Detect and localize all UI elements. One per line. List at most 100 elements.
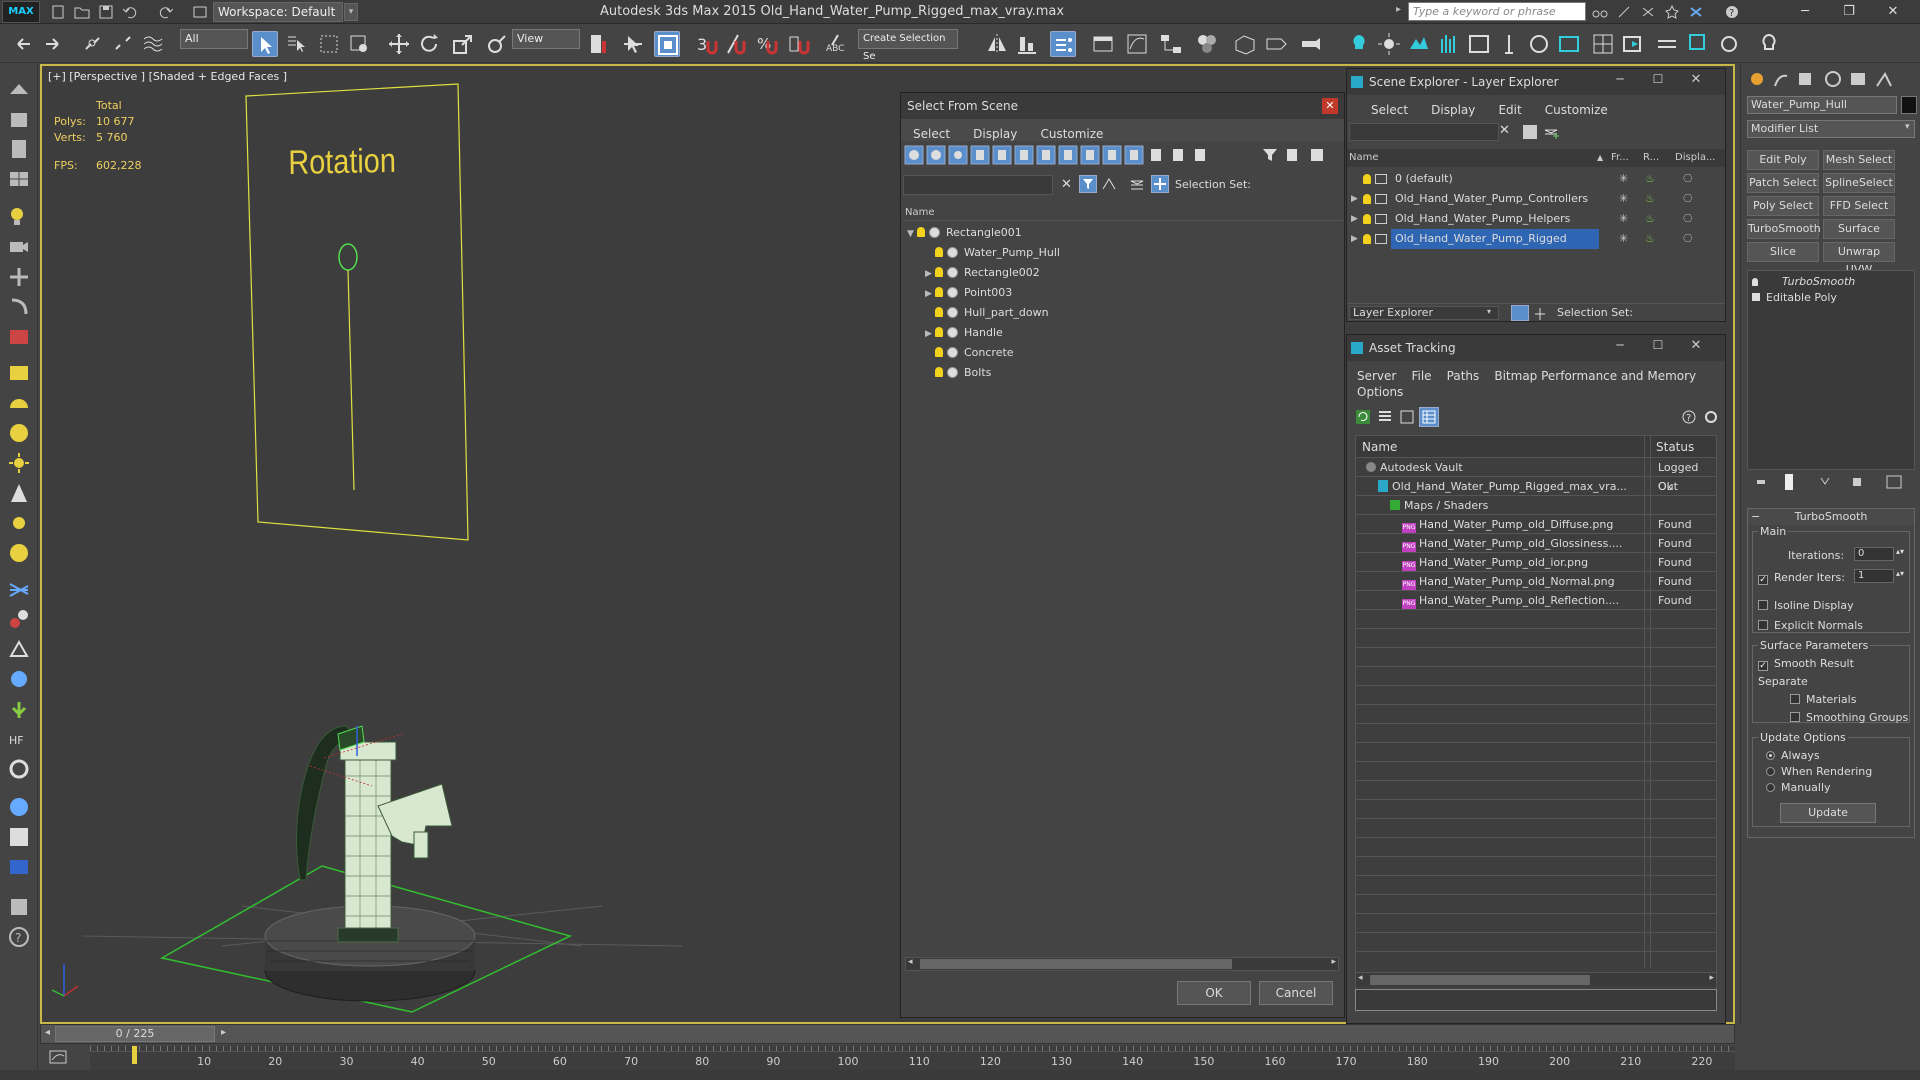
visibility-bulb-icon[interactable]	[917, 227, 925, 237]
place-icon[interactable]	[484, 31, 510, 57]
render-production-icon[interactable]	[1298, 31, 1324, 57]
modifier-button-splineselect[interactable]: SplineSelect	[1823, 173, 1895, 193]
ok-button[interactable]: OK	[1177, 981, 1251, 1005]
shelf-grid-icon[interactable]	[8, 168, 30, 190]
asset-menu-bitmap[interactable]: Bitmap Performance and Memory	[1494, 369, 1696, 383]
toggle-ribbon-icon[interactable]	[1090, 31, 1116, 57]
explicit-normals-row[interactable]: Explicit Normals	[1758, 619, 1863, 632]
render-iters-row[interactable]: ✓ Render Iters:	[1758, 571, 1845, 585]
expand-triangle-icon[interactable]: ▶	[925, 324, 935, 344]
stack-item-editable-poly[interactable]: Editable Poly	[1752, 291, 1912, 307]
scene-object-row[interactable]: Bolts	[925, 363, 1345, 383]
vray-region-icon[interactable]	[1686, 31, 1712, 57]
cancel-button[interactable]: Cancel	[1259, 981, 1333, 1005]
shelf-notes-icon[interactable]	[8, 138, 30, 160]
iterations-spin-arrows-icon[interactable]: ▴▾	[1896, 547, 1904, 556]
pivot-center-icon[interactable]	[586, 31, 612, 57]
object-color-swatch[interactable]	[1901, 96, 1917, 114]
layer-display-icon[interactable]: ⎔	[1683, 169, 1693, 189]
time-slider-next-icon[interactable]: ▸	[221, 1027, 226, 1038]
layer-expand-icon[interactable]: ▶	[1351, 209, 1358, 229]
layer-explorer-maximize[interactable]: ☐	[1645, 72, 1671, 92]
material-editor-icon[interactable]	[1194, 31, 1220, 57]
layer-clear-search-icon[interactable]: ✕	[1499, 123, 1510, 138]
scene-object-row[interactable]: ▶ Rectangle002	[925, 263, 1345, 283]
collapse-triangle-icon[interactable]: ▼	[907, 224, 917, 244]
command-panel-tabs[interactable]	[1747, 68, 1915, 90]
workspace-chevron-icon[interactable]: ▾	[344, 3, 358, 21]
subscription-icon[interactable]	[1614, 3, 1634, 21]
edit-named-selection-icon[interactable]: ABC	[824, 31, 850, 57]
workspace-dropdown[interactable]: Workspace: Default	[213, 2, 343, 22]
named-selection-set-dropdown[interactable]: Create Selection Se	[858, 29, 958, 62]
asset-horizontal-scrollbar[interactable]: ◂ ▸	[1356, 972, 1716, 986]
selection-filter-dropdown[interactable]: All	[180, 29, 248, 49]
turbosmooth-rollout-header[interactable]: TurboSmooth	[1748, 509, 1914, 525]
smooth-result-checkbox[interactable]: ✓	[1758, 661, 1768, 671]
shelf-sunlight-icon[interactable]	[8, 512, 30, 534]
time-slider[interactable]: ◂ 0 / 225 ▸	[40, 1024, 1735, 1044]
render-iters-checkbox[interactable]: ✓	[1758, 575, 1768, 585]
vray-help-icon[interactable]	[1716, 31, 1742, 57]
select-manipulate-icon[interactable]	[620, 31, 646, 57]
redo-arrow-icon[interactable]	[40, 31, 66, 57]
redo-icon[interactable]	[156, 3, 176, 21]
shelf-hf-icon[interactable]: HF	[8, 728, 30, 750]
shelf-dynamics-icon[interactable]	[8, 608, 30, 630]
visibility-bulb-icon[interactable]	[935, 307, 943, 317]
layer-col-name[interactable]: Name	[1349, 149, 1379, 167]
isoline-display-checkbox[interactable]	[1758, 600, 1768, 610]
scene-object-row[interactable]: Concrete	[925, 343, 1345, 363]
layer-freeze-icon[interactable]: ✳	[1619, 209, 1628, 229]
add-to-layer-icon[interactable]	[1543, 125, 1559, 144]
layer-render-teapot-icon[interactable]: ♨	[1645, 229, 1655, 249]
favorites-star-icon[interactable]	[1662, 3, 1682, 21]
shelf-cone-icon[interactable]	[8, 482, 30, 504]
scene-search-input[interactable]	[903, 175, 1053, 195]
shelf-camera-icon[interactable]	[8, 236, 30, 258]
asset-row[interactable]: PNG Hand_Water_Pump_old_Reflection.... Fou…	[1356, 591, 1716, 610]
shelf-plane-icon[interactable]	[8, 362, 30, 384]
communication-icon[interactable]	[1638, 3, 1658, 21]
shelf-primitives-icon[interactable]	[8, 78, 30, 100]
vray-plane-icon[interactable]	[1496, 31, 1522, 57]
shelf-ribbon-icon[interactable]	[8, 758, 30, 780]
layer-display-icon[interactable]: ⎔	[1683, 229, 1693, 249]
time-slider-prev-icon[interactable]: ◂	[45, 1027, 50, 1038]
asset-row[interactable]: Old_Hand_Water_Pump_Rigged_max_vra... Ok	[1356, 477, 1716, 496]
when-rendering-radio[interactable]	[1766, 767, 1775, 776]
schematic-view-icon[interactable]	[1158, 31, 1184, 57]
move-icon[interactable]	[386, 31, 412, 57]
update-button[interactable]: Update	[1780, 803, 1876, 823]
dialog-close-icon[interactable]: ✕	[1322, 98, 1338, 114]
layer-col-freeze[interactable]: Fr...	[1611, 149, 1629, 167]
spinner-snap-icon[interactable]	[786, 31, 812, 57]
modifier-list-chevron-icon[interactable]: ▾	[1905, 122, 1910, 132]
shelf-render-sphere-icon[interactable]	[8, 796, 30, 818]
find-filter-icon[interactable]	[1079, 175, 1097, 193]
mini-curve-editor-icon[interactable]	[48, 1048, 68, 1068]
asset-row[interactable]: PNG Hand_Water_Pump_old_ior.png Found	[1356, 553, 1716, 572]
app-logo[interactable]: MAX	[2, 1, 40, 23]
vray-camera-icon[interactable]	[1556, 31, 1582, 57]
modifier-list-dropdown[interactable]: Modifier List	[1747, 120, 1915, 138]
scale-icon[interactable]	[450, 31, 476, 57]
select-by-name-icon[interactable]	[282, 31, 308, 57]
layer-col-render[interactable]: R...	[1643, 149, 1659, 167]
shelf-layers-icon[interactable]	[8, 896, 30, 918]
shelf-scene-icon[interactable]	[8, 826, 30, 848]
visibility-bulb-icon[interactable]	[935, 347, 943, 357]
asset-refresh-icon[interactable]	[1355, 409, 1371, 429]
asset-help-icon[interactable]: ?	[1681, 409, 1697, 429]
curve-editor-icon[interactable]	[1124, 31, 1150, 57]
always-radio[interactable]	[1766, 751, 1775, 760]
layer-row[interactable]: ▶ Old_Hand_Water_Pump_Rigged ✳ ♨ ⎔	[1347, 229, 1725, 249]
layer-row[interactable]: ▶ Old_Hand_Water_Pump_Helpers ✳ ♨ ⎔	[1347, 209, 1725, 229]
reference-coordinate-dropdown[interactable]: View	[512, 29, 580, 49]
modifier-button-turbosmooth[interactable]: TurboSmooth	[1747, 219, 1821, 239]
time-slider-thumb[interactable]: 0 / 225	[55, 1026, 215, 1042]
selection-set-toggle-icon[interactable]	[1151, 175, 1169, 193]
layer-freeze-icon[interactable]: ✳	[1619, 169, 1628, 189]
layer-visibility-bulb-icon[interactable]	[1363, 214, 1371, 224]
asset-col-name[interactable]: Name	[1362, 440, 1397, 454]
